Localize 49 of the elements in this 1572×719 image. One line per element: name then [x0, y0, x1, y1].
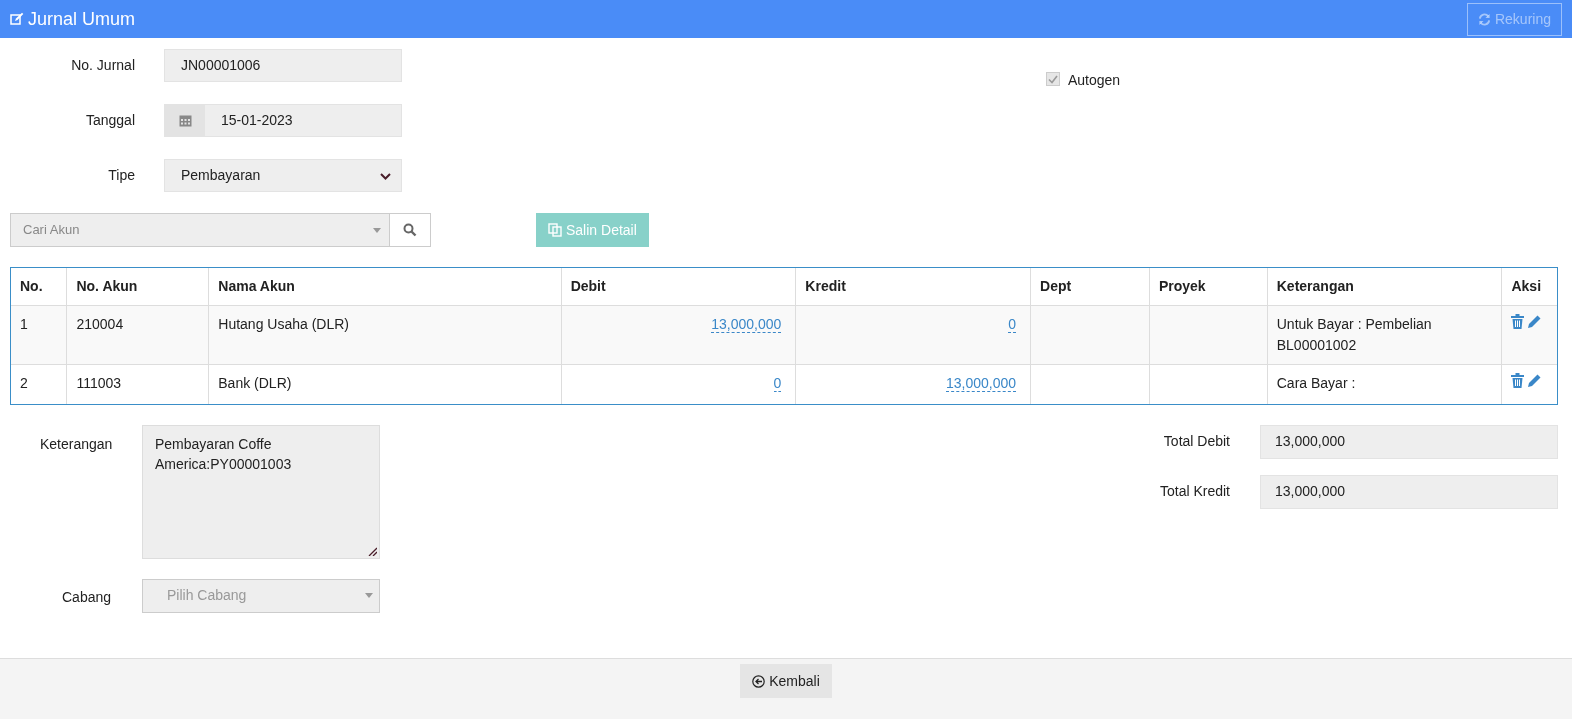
column-header: Kredit — [795, 268, 1031, 306]
column-header: Proyek — [1149, 268, 1268, 306]
copy-icon — [548, 223, 562, 237]
column-header: Aksi — [1501, 268, 1557, 306]
autogen-label: Autogen — [1068, 71, 1121, 90]
field-label: Tipe — [107, 166, 135, 185]
amount-link[interactable]: 0 — [773, 375, 782, 392]
column-header: Keterangan — [1267, 268, 1502, 306]
amount-link[interactable]: 13,000,000 — [711, 316, 782, 333]
table-cell: 1 — [11, 305, 67, 365]
column-header: Dept — [1030, 268, 1150, 306]
trash-icon[interactable] — [1511, 314, 1525, 329]
edit-icon — [10, 12, 24, 26]
back-button[interactable]: Kembali — [740, 664, 832, 698]
table-cell: Untuk Bayar : Pembelian BL00001002 — [1267, 305, 1502, 365]
amount-link[interactable]: 13,000,000 — [945, 375, 1017, 392]
column-header: No. — [11, 268, 67, 306]
pencil-icon[interactable] — [1528, 374, 1542, 387]
amount-link[interactable]: 0 — [1008, 316, 1017, 333]
back-arrow-icon — [752, 674, 766, 688]
total-field[interactable]: 13,000,000 — [1260, 474, 1558, 509]
pencil-icon[interactable] — [1528, 315, 1542, 328]
refresh-icon — [1477, 12, 1491, 26]
field-label: Tanggal — [84, 111, 135, 130]
table-cell: 210004 — [66, 305, 209, 365]
field-label: No. Jurnal — [70, 56, 135, 75]
date-field[interactable]: 15-01-2023 — [164, 104, 402, 137]
resize-grip-icon[interactable] — [368, 546, 377, 556]
trash-icon[interactable] — [1511, 373, 1525, 388]
table-cell: 2 — [11, 364, 67, 404]
dropdown-caret-icon — [365, 593, 373, 598]
search-icon — [403, 223, 417, 237]
notes-label: Keterangan — [40, 435, 113, 452]
dropdown-caret-icon — [373, 227, 381, 233]
search-button[interactable] — [390, 213, 431, 247]
column-header: Debit — [561, 268, 796, 306]
chevron-down-icon — [380, 172, 391, 180]
column-header: No. Akun — [66, 268, 209, 306]
total-label: Total Kredit — [1159, 483, 1230, 499]
total-field[interactable]: 13,000,000 — [1260, 424, 1558, 459]
table-cell: Hutang Usaha (DLR) — [208, 305, 562, 365]
column-header: Nama Akun — [208, 268, 562, 306]
type-select[interactable]: Pembayaran — [164, 159, 402, 192]
calendar-icon — [178, 114, 192, 127]
notes-textarea[interactable]: Pembayaran Coffe America:PY00001003 — [142, 424, 380, 559]
total-label: Total Debit — [1163, 433, 1230, 449]
page-title: Jurnal Umum — [28, 7, 136, 31]
branch-label: Cabang — [62, 588, 112, 605]
journal-number-field[interactable]: JN00001006 — [164, 49, 402, 82]
